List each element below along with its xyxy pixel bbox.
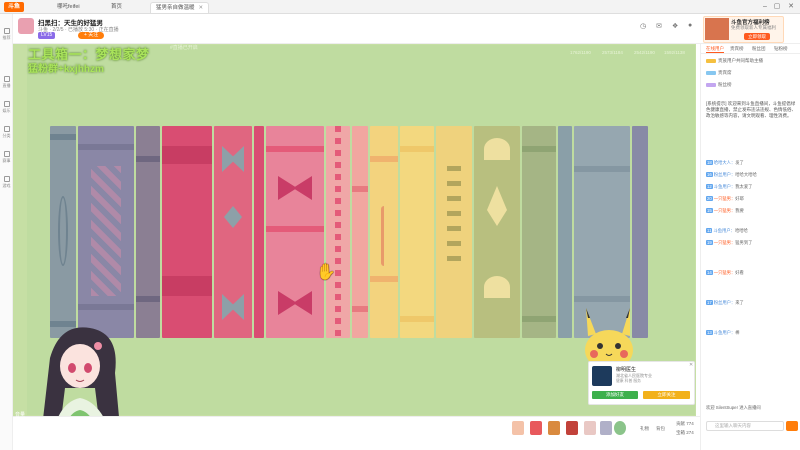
level-badge: LV15	[38, 32, 56, 39]
nav-item-ent[interactable]: 娱乐	[1, 101, 12, 114]
welcome-line: 欢迎 SilentSuper 进入直播间	[706, 405, 761, 410]
book-spine	[254, 126, 264, 338]
dim-tag: 2542/1190	[634, 50, 655, 55]
gift-item[interactable]	[600, 421, 612, 435]
trophy-icon	[3, 151, 10, 157]
message-icon[interactable]: ✉	[656, 22, 662, 30]
chat-message[interactable]: 12 斗鱼用户：我太爱了	[706, 184, 798, 189]
add-friend-button[interactable]: 添加好友	[592, 391, 638, 399]
gift-item[interactable]	[614, 421, 626, 435]
chat-message[interactable]: 20 一只猛男：好耶	[706, 196, 798, 201]
treasure-stat: 宝箱 274	[676, 430, 694, 435]
minimize-icon[interactable]: –	[760, 2, 770, 12]
chat-message[interactable]: 17 粉丝用户：来了	[706, 300, 798, 305]
gift-icon[interactable]: ❖	[672, 22, 678, 30]
nav-item-category[interactable]: 分类	[1, 126, 12, 139]
gift-item[interactable]	[530, 421, 542, 435]
book-spines	[50, 126, 655, 338]
app-logo[interactable]: 斗鱼	[4, 2, 24, 12]
tab-diamond[interactable]: 钻粉榜	[774, 46, 788, 52]
gift-label[interactable]: 礼物	[640, 426, 649, 432]
home-icon	[3, 28, 10, 34]
chat-message[interactable]: 19 一只猛男：猛男到了	[706, 240, 798, 245]
ad-thumbnail	[705, 18, 729, 40]
chat-message[interactable]: 14 一只猛男：好看	[706, 270, 798, 275]
rank-badge	[706, 58, 716, 63]
book-spine	[370, 126, 398, 338]
history-icon[interactable]: ◷	[640, 22, 646, 30]
chat-message[interactable]: 11 斗鱼用户：哈哈哈	[706, 228, 798, 233]
category-icon	[3, 126, 10, 132]
rank-badge	[706, 82, 716, 87]
book-spine	[78, 126, 134, 338]
user-icon[interactable]: ●	[688, 22, 692, 29]
promo-logo	[592, 366, 612, 386]
tab-1[interactable]: 哪吒feifei	[52, 2, 85, 13]
rank-row[interactable]: 贵族用户共同帮助主播	[706, 58, 763, 64]
send-button[interactable]	[786, 421, 798, 431]
book-spine	[558, 126, 572, 338]
room-header	[0, 14, 800, 44]
chat-message[interactable]: 18 哈哈大人：发了	[706, 160, 798, 165]
book-spine	[474, 126, 520, 338]
streamer-avatar[interactable]	[18, 18, 34, 34]
book-spine	[50, 126, 76, 338]
chat-message[interactable]: 15 一只猛男：我要	[706, 208, 798, 213]
gift-item[interactable]	[584, 421, 596, 435]
promo-tags: 健康 科普 服务	[616, 379, 641, 383]
chat-input[interactable]: 这里输入聊天内容	[706, 421, 784, 431]
book-spine	[522, 126, 556, 338]
live-icon	[3, 76, 10, 82]
gift-item[interactable]	[512, 421, 524, 435]
book-spine	[214, 126, 252, 338]
gift-item[interactable]	[566, 421, 578, 435]
maximize-icon[interactable]: ▢	[772, 2, 782, 12]
tab-2[interactable]: 首页	[106, 2, 127, 13]
book-spine	[162, 126, 212, 338]
ad-button[interactable]: 立即领取	[744, 33, 770, 40]
nav-item-match[interactable]: 赛事	[1, 151, 12, 164]
bottom-toolbar	[13, 416, 700, 450]
close-icon[interactable]: ✕	[199, 5, 204, 11]
nav-item-live[interactable]: 直播	[1, 76, 12, 89]
volume-label[interactable]: 音量	[15, 411, 25, 418]
follow-button[interactable]: + 关注	[78, 32, 105, 39]
promo-name: 柳明医生	[616, 367, 637, 373]
tab-fans[interactable]: 粉丝团	[752, 46, 766, 52]
gamepad-icon	[3, 176, 10, 182]
dim-tag: 1592/1138	[664, 50, 685, 55]
tab-vip[interactable]: 贵宾榜	[730, 46, 744, 52]
book-spine	[436, 126, 472, 338]
chat-message[interactable]: 16 粉丝用户：哈哈大哈哈	[706, 172, 798, 177]
backpack-label[interactable]: 背包	[656, 426, 665, 432]
nav-item-game[interactable]: 游戏	[1, 176, 12, 189]
dim-tag: 1762/1190	[570, 50, 591, 55]
tab-online[interactable]: 在线用户	[706, 46, 724, 53]
rank-row[interactable]: 贵宾席	[706, 70, 732, 76]
chat-message[interactable]: 13 斗鱼用户：棒	[706, 330, 798, 335]
dim-tag: 2573/1184	[602, 50, 623, 55]
rank-row[interactable]: 粉丝榜	[706, 82, 732, 88]
close-icon[interactable]: ✕	[689, 362, 693, 368]
gift-item[interactable]	[548, 421, 560, 435]
close-window-icon[interactable]: ✕	[786, 2, 796, 12]
book-spine	[352, 126, 368, 338]
nav-item-recommend[interactable]: 推荐	[1, 28, 12, 41]
hand-cursor-icon: ✋	[316, 264, 336, 281]
book-spine	[326, 126, 350, 338]
book-spine	[400, 126, 434, 338]
follow-promo-button[interactable]: 立即关注	[643, 391, 690, 399]
room-tag: #直播已开启	[170, 45, 198, 51]
watermark-line-2: 猛粉群+kxjhhzm	[28, 64, 104, 75]
tab-active[interactable]: 猛男亲自做温暖 ✕	[150, 2, 210, 13]
rank-badge	[706, 70, 716, 75]
contribution-stat: 贡献 774	[676, 421, 694, 426]
system-notice: [系统提示] 欢迎来到斗鱼直播间，斗鱼提倡绿色健康直播，禁止发布违法违规、色情低…	[706, 101, 796, 118]
ent-icon	[3, 101, 10, 107]
book-spine	[136, 126, 160, 338]
book-spine	[266, 126, 324, 338]
ad-subtitle: 免费领取新人专属福利	[731, 25, 776, 30]
